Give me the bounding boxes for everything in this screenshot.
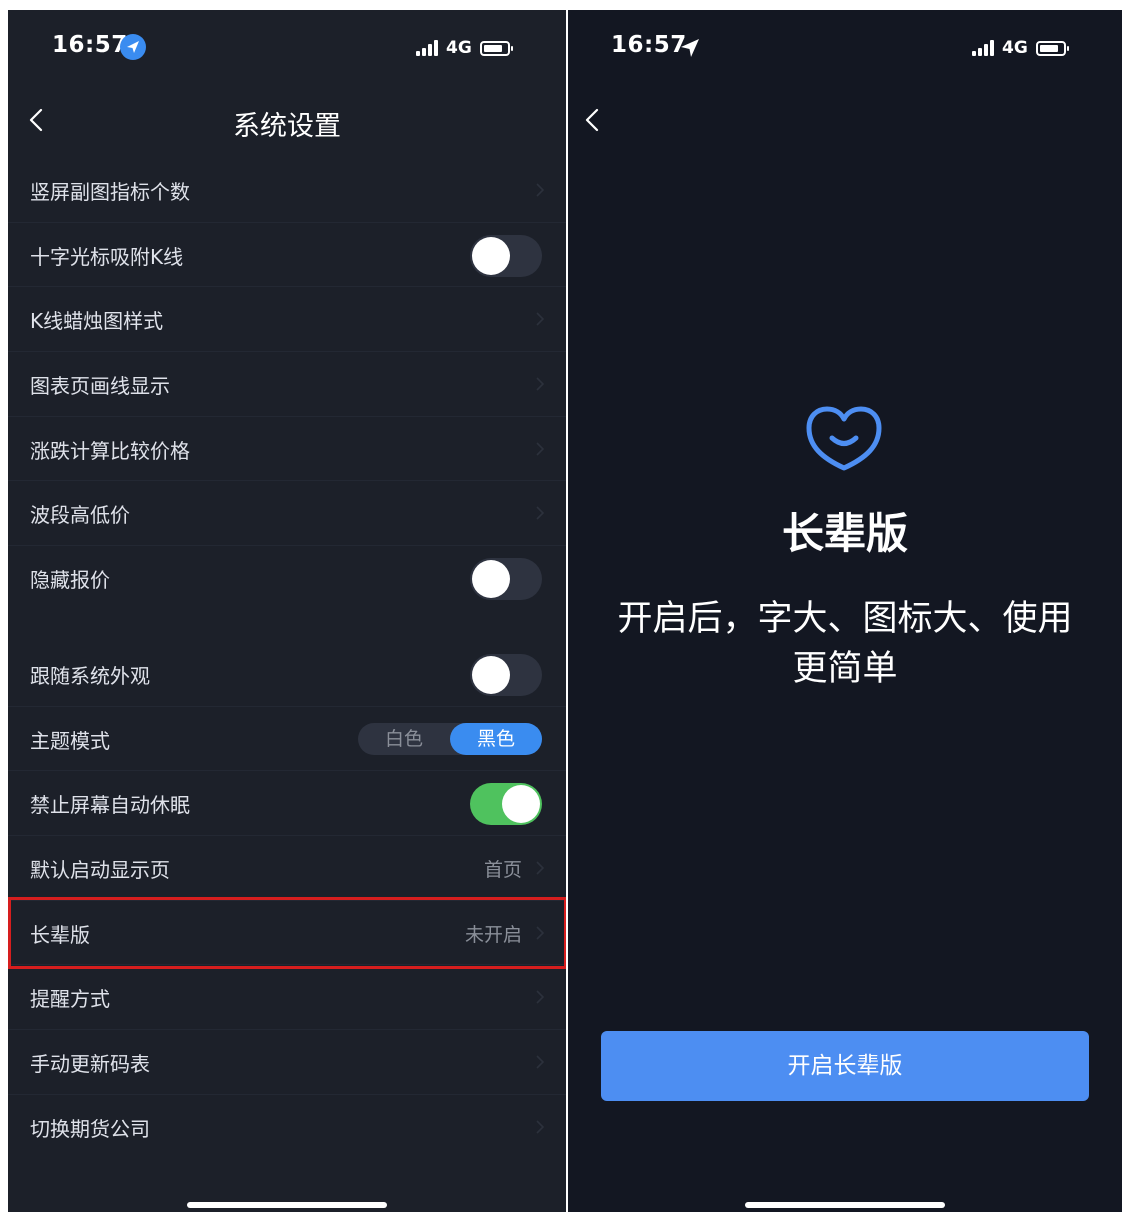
chevron-right-icon	[536, 506, 544, 521]
enable-elder-mode-button[interactable]: 开启长辈版	[601, 1031, 1089, 1101]
network-label: 4G	[446, 38, 472, 58]
row-default-start-page[interactable]: 默认启动显示页 首页	[8, 836, 566, 901]
theme-option-white[interactable]: 白色	[358, 723, 450, 755]
chevron-right-icon	[536, 442, 544, 456]
elder-mode-description: 开启后，字大、图标大、使用更简单	[617, 599, 1073, 689]
row-reminder-method[interactable]: 提醒方式	[8, 965, 566, 1031]
status-bar: 16:57 4G	[568, 10, 1122, 82]
toggle-knob	[472, 236, 510, 275]
row-label: 禁止屏幕自动休眠	[30, 793, 190, 818]
row-change-reference-price[interactable]: 涨跌计算比较价格	[8, 417, 566, 482]
row-theme-mode: 主题模式 白色 黑色	[8, 707, 566, 772]
settings-screen: 16:57 4G 系统设置 竖屏副图指标个数 十字光标吸附K线 K线蜡烛图样式 …	[8, 10, 566, 1212]
row-crosshair-snap: 十字光标吸附K线	[8, 223, 566, 288]
chevron-right-icon	[536, 861, 544, 875]
row-label: 图表页画线显示	[30, 374, 170, 399]
battery-icon	[479, 40, 513, 56]
elder-mode-title: 长辈版	[781, 509, 908, 558]
row-label: 长辈版	[30, 922, 90, 947]
row-label: 涨跌计算比较价格	[30, 438, 190, 463]
row-label: K线蜡烛图样式	[30, 309, 164, 334]
row-label: 竖屏副图指标个数	[30, 180, 190, 204]
chevron-right-icon	[536, 926, 544, 940]
settings-group-general: 跟随系统外观 主题模式 白色 黑色 禁止屏幕自动休眠 默认启动显示页 首页 长辈…	[8, 642, 566, 1160]
home-indicator	[187, 1202, 387, 1208]
toggle-knob	[502, 785, 540, 824]
battery-icon	[1035, 40, 1069, 56]
status-indicators: 4G	[972, 37, 1069, 59]
heart-smile-icon	[806, 406, 882, 471]
crosshair-snap-toggle[interactable]	[470, 234, 542, 277]
elder-mode-screen: 16:57 4G 长辈版 开启后，字大、图标大、使用更简单 开启长辈版	[568, 10, 1122, 1212]
row-value: 未开启	[464, 923, 522, 946]
toggle-knob	[472, 560, 510, 599]
row-manual-update-codes[interactable]: 手动更新码表	[8, 1030, 566, 1095]
row-drawing-display[interactable]: 图表页画线显示	[8, 352, 566, 417]
row-label: 主题模式	[30, 728, 110, 753]
theme-option-black[interactable]: 黑色	[450, 722, 542, 755]
signal-icon	[416, 40, 440, 56]
nav-header	[568, 82, 1122, 158]
back-chevron-icon[interactable]	[578, 104, 608, 136]
row-subchart-count[interactable]: 竖屏副图指标个数	[8, 158, 566, 223]
network-label: 4G	[1002, 38, 1028, 58]
chevron-right-icon	[536, 1120, 544, 1134]
settings-group-display: 竖屏副图指标个数 十字光标吸附K线 K线蜡烛图样式 图表页画线显示 涨跌计算比较…	[8, 158, 566, 611]
follow-system-toggle[interactable]	[470, 654, 542, 696]
theme-segmented-control: 白色 黑色	[358, 722, 542, 755]
location-icon	[120, 34, 146, 60]
chevron-right-icon	[536, 990, 544, 1005]
row-wave-high-low[interactable]: 波段高低价	[8, 481, 566, 547]
row-label: 切换期货公司	[30, 1116, 150, 1141]
row-candle-style[interactable]: K线蜡烛图样式	[8, 287, 566, 353]
row-switch-futures-company[interactable]: 切换期货公司	[8, 1095, 566, 1160]
status-time: 16:57	[611, 32, 687, 58]
row-label: 隐藏报价	[30, 568, 110, 593]
row-label: 十字光标吸附K线	[30, 244, 184, 269]
chevron-right-icon	[536, 1055, 544, 1069]
chevron-right-icon	[536, 183, 544, 197]
row-label: 提醒方式	[30, 987, 110, 1012]
row-hide-quotes: 隐藏报价	[8, 546, 566, 611]
toggle-knob	[472, 656, 510, 694]
row-label: 手动更新码表	[30, 1052, 150, 1077]
row-value: 首页	[483, 859, 522, 882]
row-prevent-sleep: 禁止屏幕自动休眠	[8, 771, 566, 837]
nav-header: 系统设置	[8, 82, 566, 158]
location-arrow-icon	[681, 39, 699, 57]
signal-icon	[972, 40, 996, 56]
status-indicators: 4G	[416, 37, 513, 59]
page-title: 系统设置	[233, 111, 341, 142]
row-label: 波段高低价	[30, 503, 130, 528]
row-label: 默认启动显示页	[30, 858, 170, 883]
home-indicator	[745, 1202, 945, 1208]
row-elder-mode[interactable]: 长辈版 未开启	[8, 901, 566, 966]
chevron-right-icon	[536, 312, 544, 326]
status-time: 16:57	[52, 32, 128, 58]
prevent-sleep-toggle[interactable]	[470, 783, 542, 826]
status-bar: 16:57 4G	[8, 10, 566, 82]
row-follow-system-appearance: 跟随系统外观	[8, 642, 566, 707]
hide-quotes-toggle[interactable]	[470, 558, 542, 601]
chevron-right-icon	[536, 377, 544, 391]
row-label: 跟随系统外观	[30, 664, 150, 688]
